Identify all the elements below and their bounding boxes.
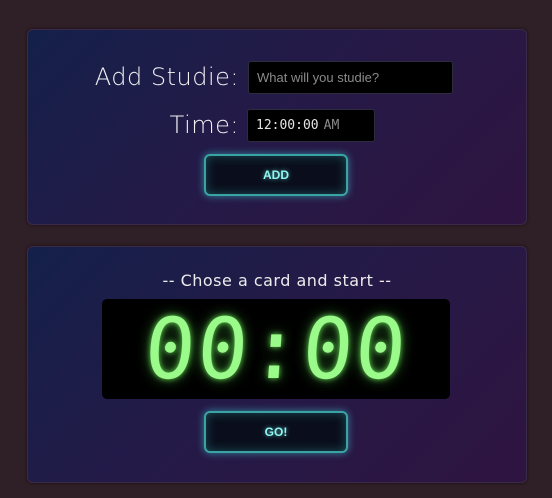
clock-display: 00:00 (102, 299, 450, 399)
go-button[interactable]: GO! (204, 411, 348, 453)
studie-input[interactable] (248, 61, 453, 94)
add-button[interactable]: ADD (204, 154, 348, 196)
time-input-ampm: AM (323, 118, 340, 133)
clock-digits: 00:00 (141, 300, 411, 398)
timer-heading: -- Chose a card and start -- (162, 271, 392, 290)
studie-label: Add Studie: (94, 63, 239, 91)
time-label: Time: (169, 111, 239, 139)
time-input[interactable]: 12:00:00 AM (247, 109, 375, 142)
add-studie-panel: Add Studie: Time: 12:00:00 AM ADD (27, 29, 527, 225)
time-input-value: 12:00:00 (256, 118, 319, 133)
timer-panel: -- Chose a card and start -- 00:00 GO! (27, 246, 527, 483)
